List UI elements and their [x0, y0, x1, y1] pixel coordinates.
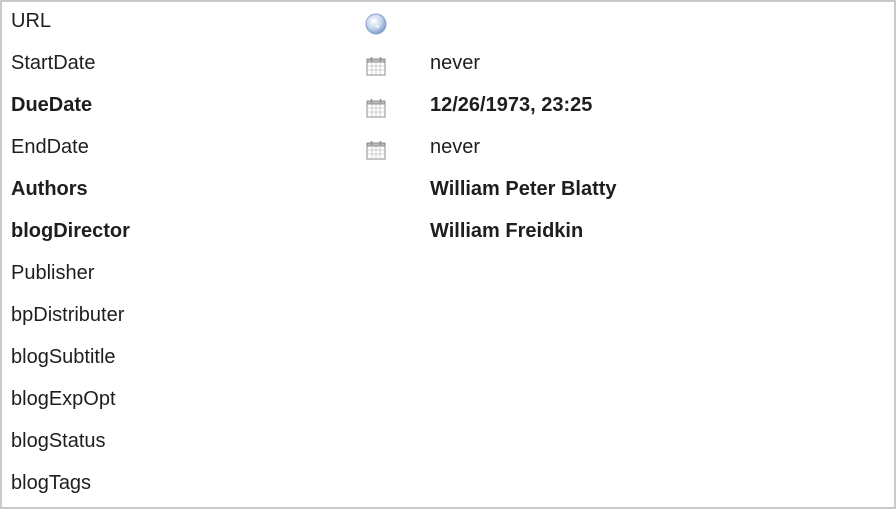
field-label-blogexpopt: blogExpOpt [11, 388, 116, 410]
field-label-blogsubtitle: blogSubtitle [11, 346, 116, 368]
field-value-startdate: never [430, 52, 481, 74]
field-label-url: URL [11, 10, 52, 32]
field-row-blogdirector: blogDirector William Freidkin [2, 219, 894, 261]
calendar-icon[interactable] [364, 138, 388, 162]
field-label-blogdirector: blogDirector [11, 220, 130, 242]
field-row-url: URL [2, 9, 894, 51]
field-row-publisher: Publisher [2, 261, 894, 303]
field-label-blogstatus: blogStatus [11, 430, 106, 452]
field-row-blogstatus: blogStatus [2, 429, 894, 471]
calendar-icon[interactable] [364, 96, 388, 120]
field-label-enddate: EndDate [11, 136, 89, 158]
field-label-bpdistributer: bpDistributer [11, 304, 125, 326]
field-label-authors: Authors [11, 178, 88, 200]
field-row-authors: Authors William Peter Blatty [2, 177, 894, 219]
field-label-duedate: DueDate [11, 94, 93, 116]
globe-icon[interactable] [364, 12, 388, 36]
field-value-enddate: never [430, 136, 481, 158]
properties-panel: URL StartDate never DueDate 12/26/1973, … [0, 0, 896, 509]
field-value-blogdirector: William Freidkin [430, 220, 584, 242]
field-row-blogtags: blogTags [2, 471, 894, 513]
field-label-startdate: StartDate [11, 52, 96, 74]
field-row-duedate: DueDate 12/26/1973, 23:25 [2, 93, 894, 135]
field-label-publisher: Publisher [11, 262, 95, 284]
field-row-enddate: EndDate never [2, 135, 894, 177]
field-value-duedate: 12/26/1973, 23:25 [430, 94, 593, 116]
field-value-authors: William Peter Blatty [430, 178, 617, 200]
field-row-startdate: StartDate never [2, 51, 894, 93]
field-row-bpdistributer: bpDistributer [2, 303, 894, 345]
field-row-blogsubtitle: blogSubtitle [2, 345, 894, 387]
calendar-icon[interactable] [364, 54, 388, 78]
field-label-blogtags: blogTags [11, 472, 92, 494]
field-row-blogexpopt: blogExpOpt [2, 387, 894, 429]
